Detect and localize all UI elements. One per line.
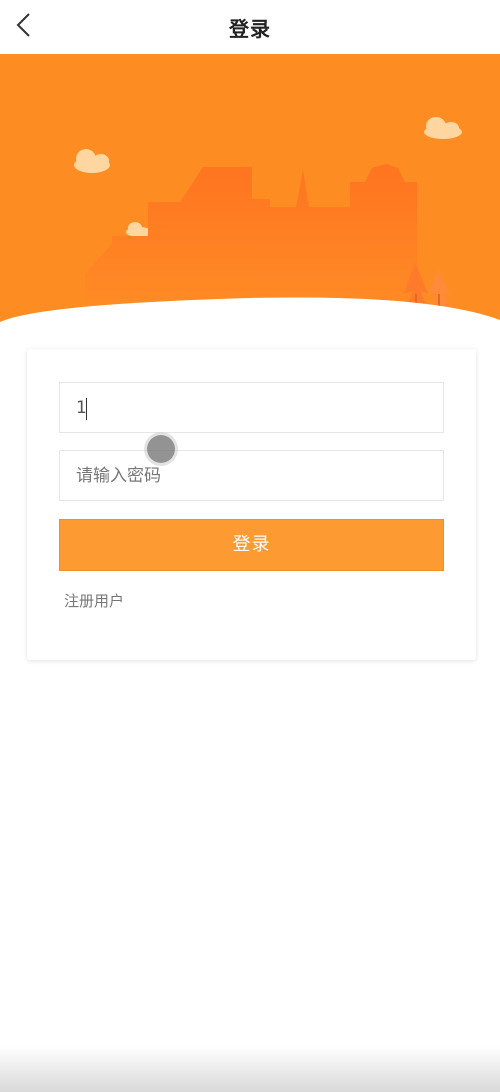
top-navigation-bar: 登录 xyxy=(0,0,500,54)
touch-indicator xyxy=(147,435,175,463)
login-card: 登录 注册用户 xyxy=(27,349,476,660)
password-input[interactable] xyxy=(60,451,443,500)
login-screen: 登录 1 登录 注册用户 xyxy=(0,0,500,1092)
bottom-shadow xyxy=(0,1046,500,1092)
account-input[interactable] xyxy=(60,383,443,432)
page-title: 登录 xyxy=(229,17,271,41)
register-link[interactable]: 注册用户 xyxy=(64,590,124,611)
text-cursor xyxy=(86,398,87,420)
password-field[interactable] xyxy=(59,450,444,501)
city-illustration xyxy=(0,54,500,344)
hero-banner xyxy=(0,54,500,344)
login-button[interactable]: 登录 xyxy=(59,519,444,571)
account-field[interactable] xyxy=(59,382,444,433)
